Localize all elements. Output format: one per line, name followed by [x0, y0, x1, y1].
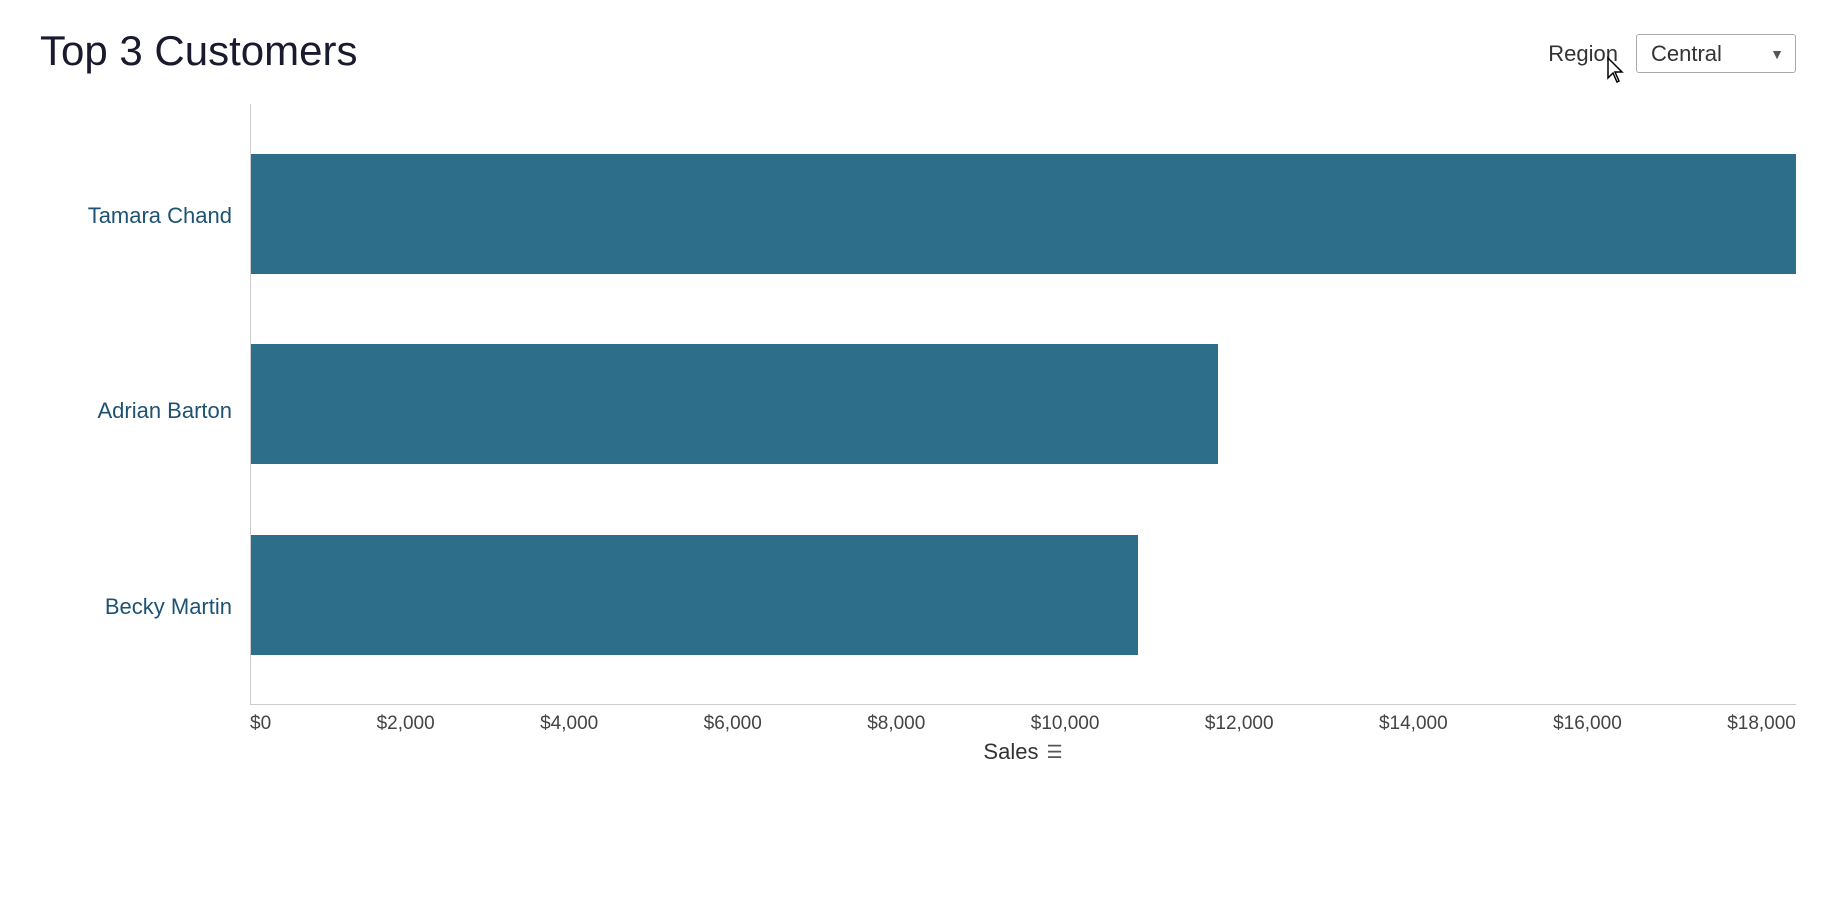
- x-tick-2000: $2,000: [377, 713, 435, 735]
- region-select-wrapper[interactable]: CentralEastWestSouth: [1636, 34, 1796, 73]
- page-container: Top 3 Customers Region CentralEastWestSo…: [0, 0, 1836, 897]
- chart-area: Tamara Chand Adrian Barton Becky Martin: [40, 104, 1796, 764]
- bar-becky-martin[interactable]: [251, 535, 1138, 655]
- y-axis-labels: Tamara Chand Adrian Barton Becky Martin: [40, 104, 250, 764]
- x-axis-label-row: Sales ☰: [250, 739, 1796, 765]
- x-tick-12000: $12,000: [1205, 713, 1274, 735]
- x-tick-10000: $10,000: [1031, 713, 1100, 735]
- x-axis: $0 $2,000 $4,000 $6,000 $8,000 $10,000 $…: [250, 704, 1796, 764]
- x-tick-18000: $18,000: [1727, 713, 1796, 735]
- region-control: Region CentralEastWestSouth: [1548, 34, 1796, 73]
- x-axis-label: Sales: [983, 739, 1038, 765]
- x-ticks: $0 $2,000 $4,000 $6,000 $8,000 $10,000 $…: [250, 705, 1796, 735]
- bar-adrian-barton[interactable]: [251, 344, 1218, 464]
- region-label: Region: [1548, 41, 1618, 67]
- bar-row-2: [251, 344, 1796, 464]
- x-tick-16000: $16,000: [1553, 713, 1622, 735]
- header-row: Top 3 Customers Region CentralEastWestSo…: [40, 28, 1796, 74]
- chart-inner: $0 $2,000 $4,000 $6,000 $8,000 $10,000 $…: [250, 104, 1796, 764]
- y-label-1: Tamara Chand: [88, 205, 232, 227]
- bar-row-3: [251, 535, 1796, 655]
- chart-title: Top 3 Customers: [40, 28, 357, 74]
- x-tick-6000: $6,000: [704, 713, 762, 735]
- y-label-3: Becky Martin: [105, 596, 232, 618]
- region-select[interactable]: CentralEastWestSouth: [1636, 34, 1796, 73]
- x-tick-4000: $4,000: [540, 713, 598, 735]
- x-tick-8000: $8,000: [867, 713, 925, 735]
- bar-tamara-chand[interactable]: [251, 154, 1796, 274]
- bars-container: [250, 104, 1796, 704]
- filter-icon[interactable]: ☰: [1046, 742, 1062, 763]
- y-label-2: Adrian Barton: [97, 400, 232, 422]
- x-tick-14000: $14,000: [1379, 713, 1448, 735]
- bar-row-1: [251, 154, 1796, 274]
- x-tick-0: $0: [250, 713, 271, 735]
